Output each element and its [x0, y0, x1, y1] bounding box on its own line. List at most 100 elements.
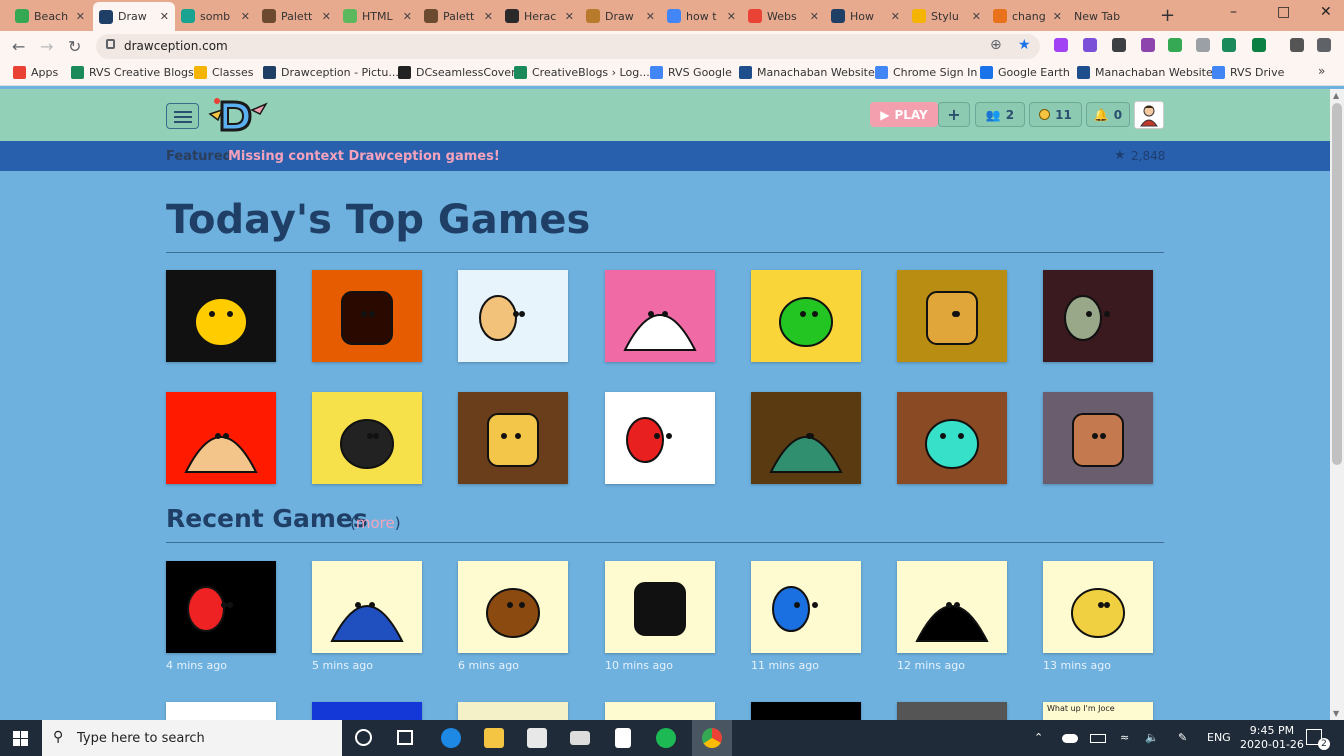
bookmark-item[interactable]: Drawception - Pictu... — [263, 66, 399, 79]
notifications-button[interactable]: 🔔 0 — [1086, 102, 1130, 127]
bookmark-item[interactable]: RVS Drive — [1212, 66, 1284, 79]
top-game-thumbnail[interactable] — [458, 270, 568, 362]
tab-close-icon[interactable]: ✕ — [241, 10, 250, 23]
address-bar[interactable]: drawception.com ⊕ ★ — [96, 34, 1040, 59]
top-game-thumbnail[interactable] — [1043, 392, 1153, 484]
extension-icon[interactable] — [1222, 38, 1236, 52]
bookmark-item[interactable]: Manachaban Website — [1077, 66, 1213, 79]
document-icon[interactable] — [615, 728, 631, 748]
coins-button[interactable]: 11 — [1029, 102, 1082, 127]
bookmark-star-icon[interactable]: ★ — [1018, 37, 1031, 53]
menu-button[interactable] — [166, 103, 199, 129]
add-game-button[interactable]: + — [938, 102, 970, 127]
browser-tab[interactable]: Palett ✕ — [418, 3, 499, 29]
browser-tab[interactable]: chang ✕ — [987, 3, 1068, 29]
partial-game-thumbnail[interactable] — [605, 702, 715, 720]
new-tab-icon[interactable]: + — [1160, 5, 1175, 26]
partial-game-thumbnail[interactable] — [458, 702, 568, 720]
bookmark-item[interactable]: Apps — [13, 66, 58, 79]
tab-close-icon[interactable]: ✕ — [810, 10, 819, 23]
recent-game-thumbnail[interactable] — [897, 561, 1007, 653]
tab-close-icon[interactable]: ✕ — [727, 10, 736, 23]
more-bookmarks-icon[interactable]: » — [1318, 64, 1325, 78]
tab-close-icon[interactable]: ✕ — [1053, 10, 1062, 23]
partial-game-thumbnail[interactable] — [897, 702, 1007, 720]
mail-icon[interactable] — [570, 731, 590, 745]
extension-icon[interactable] — [1083, 38, 1097, 52]
bookmark-item[interactable]: DCseamlessCover — [398, 66, 516, 79]
tab-close-icon[interactable]: ✕ — [76, 10, 85, 23]
bookmark-item[interactable]: RVS Creative Blogs — [71, 66, 194, 79]
maximize-icon[interactable]: □ — [1277, 4, 1290, 20]
user-avatar[interactable] — [1134, 101, 1164, 129]
partial-game-thumbnail[interactable]: What up I'm Joce — [1043, 702, 1153, 720]
drawception-logo[interactable] — [208, 96, 268, 136]
bookmark-item[interactable]: Google Earth — [980, 66, 1070, 79]
battery-icon[interactable] — [1090, 734, 1106, 743]
browser-tab[interactable]: how t ✕ — [661, 3, 742, 29]
partial-game-thumbnail[interactable] — [751, 702, 861, 720]
taskbar-search[interactable]: ⚲ Type here to search — [42, 720, 342, 756]
browser-tab[interactable]: Palett ✕ — [256, 3, 337, 29]
partial-game-thumbnail[interactable] — [312, 702, 422, 720]
top-game-thumbnail[interactable] — [458, 392, 568, 484]
show-hidden-icons[interactable]: ⌃ — [1034, 731, 1043, 744]
forward-icon[interactable]: → — [40, 37, 53, 56]
top-game-thumbnail[interactable] — [751, 270, 861, 362]
bookmark-item[interactable]: Manachaban Website — [739, 66, 875, 79]
tab-close-icon[interactable]: ✕ — [484, 10, 493, 23]
friends-button[interactable]: 👥 2 — [975, 102, 1025, 127]
tab-close-icon[interactable]: ✕ — [403, 10, 412, 23]
browser-tab[interactable]: somb ✕ — [175, 3, 256, 29]
extension-icon[interactable] — [1196, 38, 1210, 52]
featured-link[interactable]: Missing context Drawception games! — [228, 149, 500, 164]
spotify-icon[interactable] — [656, 728, 676, 748]
chrome-icon[interactable] — [702, 728, 722, 748]
store-icon[interactable] — [527, 728, 547, 748]
top-game-thumbnail[interactable] — [166, 392, 276, 484]
browser-tab[interactable]: Webs ✕ — [742, 3, 825, 29]
file-explorer-icon[interactable] — [484, 728, 504, 748]
minimize-icon[interactable]: – — [1230, 4, 1237, 20]
tab-close-icon[interactable]: ✕ — [322, 10, 331, 23]
taskbar-clock[interactable]: 9:45 PM 2020-01-26 — [1240, 724, 1304, 752]
extension-icon[interactable] — [1141, 38, 1155, 52]
bookmark-item[interactable]: Chrome Sign In — [875, 66, 977, 79]
recent-game-thumbnail[interactable] — [166, 561, 276, 653]
bookmark-item[interactable]: Classes — [194, 66, 253, 79]
recent-more-link[interactable]: more — [356, 514, 395, 532]
recent-game-thumbnail[interactable] — [458, 561, 568, 653]
extension-icon[interactable] — [1168, 38, 1182, 52]
top-game-thumbnail[interactable] — [751, 392, 861, 484]
browser-tab[interactable]: Draw ✕ — [93, 2, 175, 31]
extension-icon[interactable] — [1054, 38, 1068, 52]
recent-game-thumbnail[interactable] — [751, 561, 861, 653]
browser-tab[interactable]: HTML ✕ — [337, 3, 418, 29]
tab-close-icon[interactable]: ✕ — [160, 10, 169, 23]
bookmark-item[interactable]: RVS Google — [650, 66, 732, 79]
browser-tab[interactable]: Stylu ✕ — [906, 3, 987, 29]
cloud-icon[interactable] — [1062, 734, 1078, 743]
scroll-thumb[interactable] — [1332, 103, 1342, 465]
extension-icon[interactable] — [1317, 38, 1331, 52]
close-window-icon[interactable]: ✕ — [1320, 4, 1332, 20]
browser-tab[interactable]: Draw ✕ — [580, 3, 661, 29]
reload-icon[interactable]: ↻ — [68, 37, 81, 56]
top-game-thumbnail[interactable] — [897, 270, 1007, 362]
browser-tab[interactable]: How ✕ — [825, 3, 906, 29]
top-game-thumbnail[interactable] — [312, 392, 422, 484]
url-text[interactable]: drawception.com — [124, 39, 228, 53]
tab-close-icon[interactable]: ✕ — [646, 10, 655, 23]
edge-icon[interactable] — [441, 728, 461, 748]
extension-icon[interactable] — [1112, 38, 1126, 52]
top-game-thumbnail[interactable] — [897, 392, 1007, 484]
top-game-thumbnail[interactable] — [605, 392, 715, 484]
browser-tab[interactable]: Herac ✕ — [499, 3, 580, 29]
back-icon[interactable]: ← — [12, 37, 25, 56]
browser-tab[interactable]: Beach ✕ — [9, 3, 91, 29]
partial-game-thumbnail[interactable] — [166, 702, 276, 720]
task-view-icon[interactable] — [355, 729, 372, 746]
recent-game-thumbnail[interactable] — [312, 561, 422, 653]
recent-game-thumbnail[interactable] — [1043, 561, 1153, 653]
top-game-thumbnail[interactable] — [166, 270, 276, 362]
